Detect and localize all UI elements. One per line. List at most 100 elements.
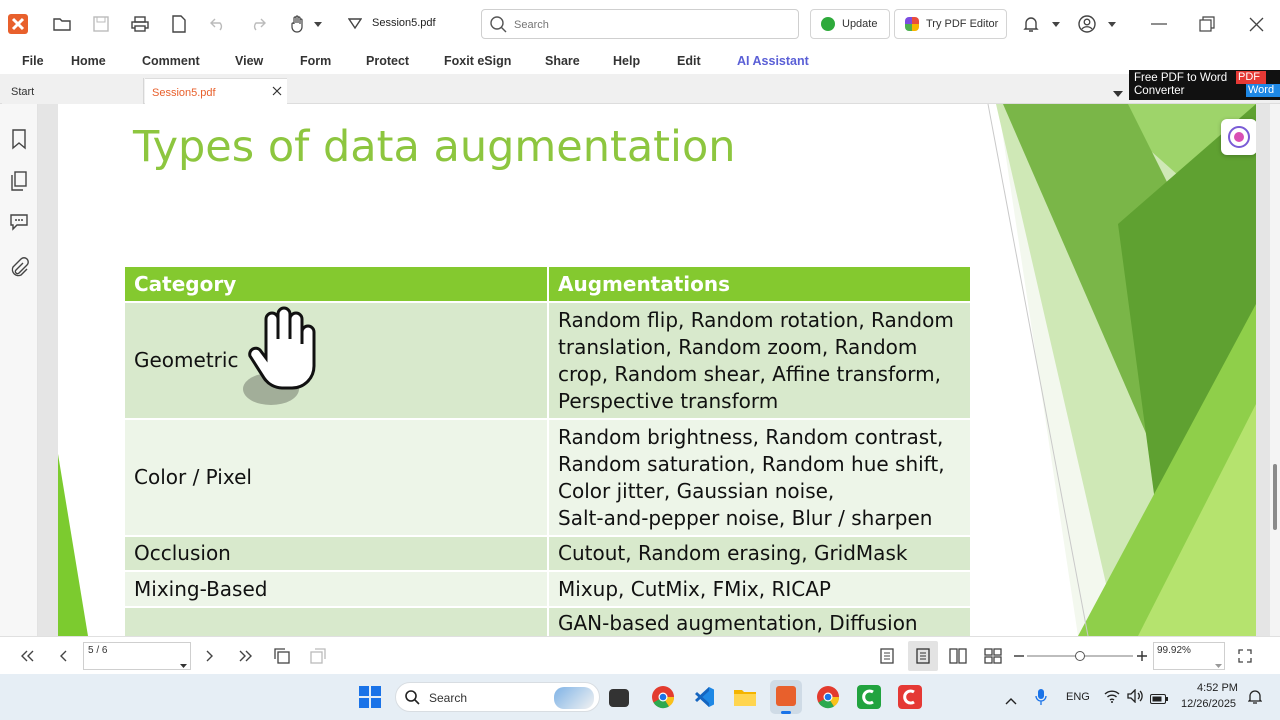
print-icon[interactable] <box>128 12 152 36</box>
table-cell-augmentations: GAN-based augmentation, Diffusion <box>547 606 970 636</box>
page-number-input[interactable]: 5 / 6 <box>83 642 191 670</box>
augmentation-line: Salt-and-pepper noise, Blur / sharpen <box>558 505 933 530</box>
account-icon[interactable] <box>1075 12 1099 36</box>
tab-start[interactable]: Start <box>2 78 144 104</box>
file-explorer-icon[interactable] <box>733 685 757 709</box>
save-icon[interactable] <box>89 12 113 36</box>
menu-form[interactable]: Form <box>300 54 331 68</box>
scrollbar-thumb[interactable] <box>1273 464 1277 530</box>
terminal-app-icon[interactable] <box>609 689 629 707</box>
menu-edit[interactable]: Edit <box>677 54 701 68</box>
undo-icon[interactable] <box>206 12 230 36</box>
update-button[interactable]: Update <box>810 9 890 39</box>
zoom-level-select[interactable]: 99.92% <box>1153 642 1225 670</box>
next-page-icon[interactable] <box>200 646 220 666</box>
foxit-app-icon <box>776 686 796 706</box>
restore-icon[interactable] <box>1195 12 1219 36</box>
pdf-to-word-ad[interactable]: Free PDF to Word Converter PDF Word <box>1129 70 1280 100</box>
zoom-slider[interactable] <box>1027 651 1133 661</box>
chevron-down-icon[interactable] <box>1215 655 1222 673</box>
redo-icon[interactable] <box>246 12 270 36</box>
windows-start-icon[interactable] <box>358 685 382 709</box>
tab-session5[interactable]: Session5.pdf <box>145 78 287 104</box>
single-page-view-icon[interactable] <box>877 646 897 666</box>
menu-foxit-esign[interactable]: Foxit eSign <box>444 54 511 68</box>
red-app-icon[interactable] <box>898 685 922 709</box>
menu-ai-assistant[interactable]: AI Assistant <box>737 54 809 68</box>
pages-icon[interactable] <box>9 170 31 192</box>
foxit-taskbar-button[interactable] <box>770 680 802 714</box>
page-number-value: 5 / 6 <box>88 645 108 656</box>
notification-bell-icon[interactable] <box>1247 689 1263 710</box>
zoom-in-icon[interactable] <box>1132 646 1152 666</box>
first-page-icon[interactable] <box>17 646 37 666</box>
menu-help[interactable]: Help <box>613 54 640 68</box>
ai-assistant-float-button[interactable] <box>1221 119 1256 155</box>
table-row: Occlusion Cutout, Random erasing, GridMa… <box>125 535 970 570</box>
continuous-view-icon[interactable] <box>908 641 938 671</box>
clock-time[interactable]: 4:52 PM <box>1197 682 1238 694</box>
ad-word-badge: Word <box>1246 84 1280 97</box>
chrome-icon[interactable] <box>651 685 675 709</box>
volume-icon[interactable] <box>1127 688 1143 708</box>
filter-icon[interactable] <box>343 12 367 36</box>
menu-share[interactable]: Share <box>545 54 580 68</box>
clock-date[interactable]: 12/26/2025 <box>1181 698 1236 710</box>
chevron-down-icon[interactable] <box>1047 12 1065 36</box>
augmentation-line: Random saturation, Random hue shift, <box>558 451 945 476</box>
last-page-icon[interactable] <box>236 646 256 666</box>
attachment-icon[interactable] <box>9 256 31 278</box>
augmentation-line: Color jitter, Gaussian noise, <box>558 478 835 503</box>
menu-protect[interactable]: Protect <box>366 54 409 68</box>
chevron-down-icon[interactable] <box>1103 12 1121 36</box>
chevron-down-icon[interactable] <box>180 655 187 673</box>
previous-page-icon[interactable] <box>53 646 73 666</box>
tab-close-icon[interactable] <box>272 86 282 99</box>
next-view-icon[interactable] <box>308 646 328 666</box>
ad-text-line1: Free PDF to Word <box>1134 72 1228 84</box>
facing-view-icon[interactable] <box>948 646 968 666</box>
microphone-icon[interactable] <box>1035 689 1047 710</box>
table-row: Mixing-Based Mixup, CutMix, FMix, RICAP <box>125 570 970 606</box>
comments-icon[interactable] <box>9 212 31 234</box>
menu-home[interactable]: Home <box>71 54 106 68</box>
windows-taskbar: Search ENG 4:52 PM 12/26/2025 <box>0 674 1280 720</box>
search-input[interactable] <box>514 16 784 34</box>
page-navigation-bar: 5 / 6 99.92% <box>0 636 1280 674</box>
menu-comment[interactable]: Comment <box>142 54 200 68</box>
taskbar-search-box[interactable]: Search <box>395 682 600 712</box>
chrome-icon[interactable] <box>816 685 840 709</box>
try-pdf-editor-button[interactable]: Try PDF Editor <box>894 9 1007 39</box>
menu-view[interactable]: View <box>235 54 263 68</box>
document-icon[interactable] <box>167 12 191 36</box>
tray-chevron-up-icon[interactable] <box>1005 692 1017 710</box>
bell-icon[interactable] <box>1019 12 1043 36</box>
menu-file[interactable]: File <box>22 54 44 68</box>
green-app-icon[interactable] <box>857 685 881 709</box>
minimize-icon[interactable] <box>1147 12 1171 36</box>
fullscreen-icon[interactable] <box>1235 646 1255 666</box>
chevron-down-icon[interactable] <box>308 12 328 36</box>
continuous-facing-view-icon[interactable] <box>983 646 1003 666</box>
close-icon[interactable] <box>1244 12 1268 36</box>
table-header-augmentations: Augmentations <box>547 267 970 301</box>
tab-list-chevron-icon[interactable] <box>1113 84 1123 102</box>
editor-logo-icon <box>905 17 919 31</box>
foxit-logo-icon <box>8 14 28 34</box>
hand-tool-icon[interactable] <box>286 12 310 36</box>
zoom-out-icon[interactable] <box>1009 646 1029 666</box>
search-box[interactable] <box>481 9 799 39</box>
zoom-slider-handle[interactable] <box>1075 651 1085 661</box>
vertical-scrollbar[interactable] <box>1270 104 1280 636</box>
bookmark-icon[interactable] <box>9 128 31 150</box>
vscode-icon[interactable] <box>692 685 716 709</box>
augmentation-line: Random flip, Random rotation, Random <box>558 307 954 332</box>
augmentation-line: crop, Random shear, Affine transform, <box>558 361 941 386</box>
language-indicator[interactable]: ENG <box>1066 691 1090 703</box>
wifi-icon[interactable] <box>1104 689 1120 708</box>
slide-title: Types of data augmentation <box>133 122 736 172</box>
battery-icon[interactable] <box>1150 691 1168 709</box>
open-folder-icon[interactable] <box>50 12 74 36</box>
previous-view-icon[interactable] <box>272 646 292 666</box>
menu-bar: File Home Comment View Form Protect Foxi… <box>0 48 1280 74</box>
